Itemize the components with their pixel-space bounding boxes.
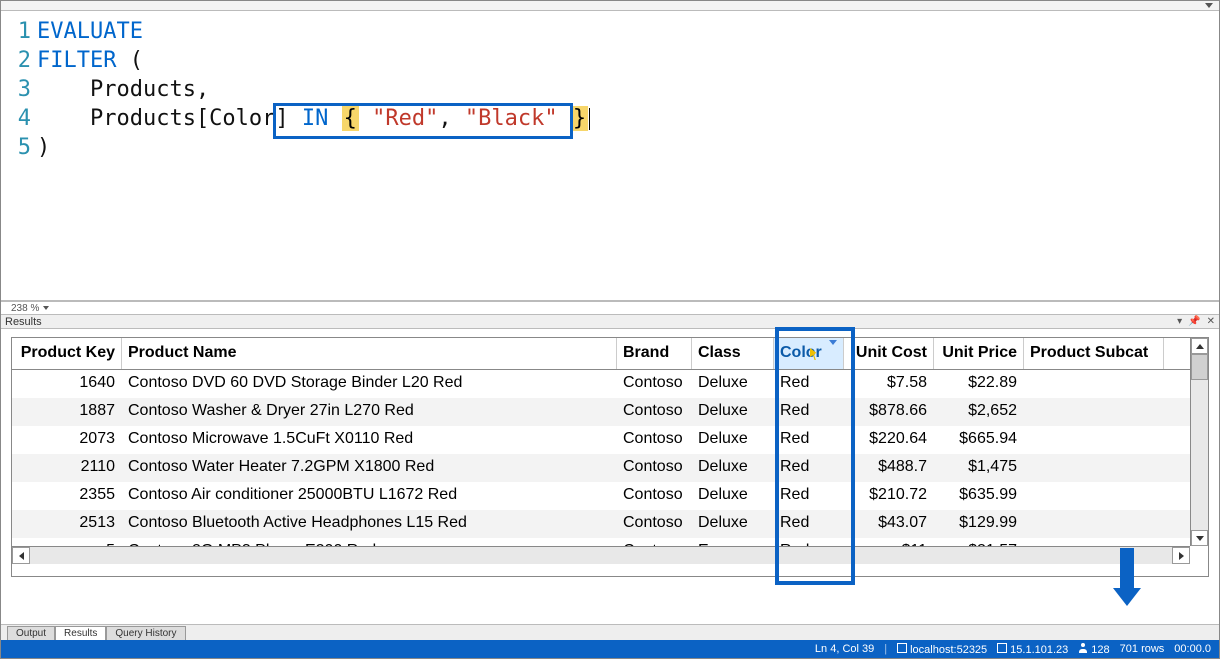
col-header-product-key[interactable]: Product Key xyxy=(12,338,122,369)
results-grid[interactable]: Product Key Product Name Brand Class Col… xyxy=(11,337,1209,577)
server-icon xyxy=(897,643,907,653)
scroll-left-button[interactable] xyxy=(12,547,30,564)
col-header-product-subcat[interactable]: Product Subcat xyxy=(1024,338,1164,369)
brace-close-highlight: } xyxy=(571,106,588,131)
version-icon xyxy=(997,643,1007,653)
dax-keyword: EVALUATE xyxy=(37,19,143,44)
grid-body[interactable]: 1640Contoso DVD 60 DVD Storage Binder L2… xyxy=(12,370,1208,546)
status-time: 00:00.0 xyxy=(1174,643,1211,655)
annotation-arrow-icon xyxy=(1113,548,1141,606)
scroll-thumb[interactable] xyxy=(1191,354,1208,380)
col-header-brand[interactable]: Brand xyxy=(617,338,692,369)
scroll-right-button[interactable] xyxy=(1172,547,1190,564)
grid-header-row[interactable]: Product Key Product Name Brand Class Col… xyxy=(12,338,1208,370)
dax-keyword: FILTER xyxy=(37,48,116,73)
table-row[interactable]: 2073Contoso Microwave 1.5CuFt X0110 RedC… xyxy=(12,426,1208,454)
line-gutter: 12345 xyxy=(1,11,37,300)
tab-results[interactable]: Results xyxy=(55,626,106,640)
status-spid: 128 xyxy=(1078,643,1109,656)
panel-pin-icon[interactable]: 📌 xyxy=(1188,316,1200,327)
code-area[interactable]: EVALUATE FILTER ( Products, Products[Col… xyxy=(37,11,1219,300)
panel-close-icon[interactable]: ✕ xyxy=(1207,316,1215,327)
col-header-class[interactable]: Class xyxy=(692,338,774,369)
table-row[interactable]: 2513Contoso Bluetooth Active Headphones … xyxy=(12,510,1208,538)
horizontal-scrollbar[interactable] xyxy=(12,546,1190,564)
filter-icon xyxy=(829,340,837,345)
scroll-down-button[interactable] xyxy=(1191,530,1208,546)
table-row[interactable]: 5Contoso 2G MP3 Player E200 RedContosoEc… xyxy=(12,538,1208,546)
table-row[interactable]: 1887Contoso Washer & Dryer 27in L270 Red… xyxy=(12,398,1208,426)
results-panel-header: Results ▾ 📌 ✕ xyxy=(1,315,1219,329)
tab-query-history[interactable]: Query History xyxy=(106,626,185,640)
status-version: 15.1.101.23 xyxy=(997,643,1068,656)
panel-dropdown-icon[interactable]: ▾ xyxy=(1177,316,1182,327)
col-header-color[interactable]: Color xyxy=(774,338,844,369)
table-row[interactable]: 1640Contoso DVD 60 DVD Storage Binder L2… xyxy=(12,370,1208,398)
results-area: Product Key Product Name Brand Class Col… xyxy=(1,329,1219,624)
person-icon xyxy=(1078,643,1088,653)
status-bar: Ln 4, Col 39 | localhost:52325 15.1.101.… xyxy=(1,640,1219,658)
scroll-track[interactable] xyxy=(30,547,1172,564)
editor-top-scrollbar[interactable] xyxy=(1,1,1219,11)
status-caret-position: Ln 4, Col 39 xyxy=(815,643,874,655)
tab-output[interactable]: Output xyxy=(7,626,55,640)
table-row[interactable]: 2110Contoso Water Heater 7.2GPM X1800 Re… xyxy=(12,454,1208,482)
col-header-unit-cost[interactable]: Unit Cost xyxy=(844,338,934,369)
col-header-unit-price[interactable]: Unit Price xyxy=(934,338,1024,369)
status-rows: 701 rows xyxy=(1120,643,1165,655)
col-header-product-name[interactable]: Product Name xyxy=(122,338,617,369)
zoom-combo[interactable]: 238 % xyxy=(1,301,1219,315)
code-editor[interactable]: 12345 EVALUATE FILTER ( Products, Produc… xyxy=(1,11,1219,301)
scroll-track[interactable] xyxy=(1191,354,1208,530)
chevron-down-icon xyxy=(1205,3,1213,8)
chevron-down-icon xyxy=(43,306,49,310)
scroll-up-button[interactable] xyxy=(1191,338,1208,354)
annotation-box-editor xyxy=(273,103,573,139)
bottom-tabs[interactable]: Output Results Query History xyxy=(1,624,1219,640)
table-row[interactable]: 2355Contoso Air conditioner 25000BTU L16… xyxy=(12,482,1208,510)
vertical-scrollbar[interactable] xyxy=(1190,338,1208,546)
status-server: localhost:52325 xyxy=(897,643,987,656)
text-caret xyxy=(589,108,590,130)
